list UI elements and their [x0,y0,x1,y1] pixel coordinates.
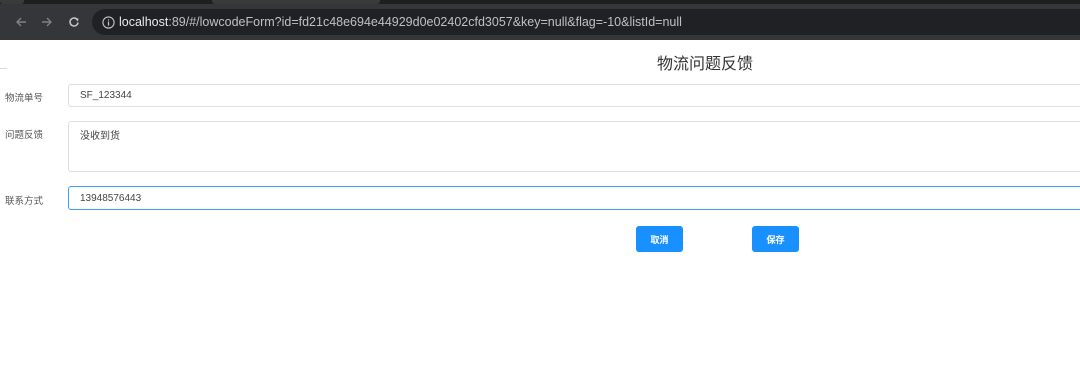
forward-icon[interactable] [38,13,56,31]
sidebar-edge [0,68,7,69]
reload-icon[interactable] [65,13,83,31]
tracking-number-value: SF_123344 [80,90,132,101]
url-path: :89/#/lowcodeForm?id=fd21c48e694e44929d0… [168,15,682,29]
contact-value: 13948576443 [80,193,142,204]
browser-toolbar: localhost:89/#/lowcodeForm?id=fd21c48e69… [0,4,1080,40]
back-icon[interactable] [12,13,30,31]
tracking-number-label: 物流单号 [5,93,44,104]
info-icon[interactable] [100,14,116,30]
contact-label: 联系方式 [5,196,44,207]
url-text: localhost:89/#/lowcodeForm?id=fd21c48e69… [119,14,682,30]
url-host: localhost [119,15,169,29]
cancel-button[interactable]: 取消 [636,226,683,252]
feedback-textarea[interactable]: 没收到货 [68,121,1080,172]
page-title: 物流问题反馈 [656,54,753,73]
contact-input[interactable]: 13948576443 [68,186,1080,210]
save-button[interactable]: 保存 [752,226,799,252]
feedback-value: 没收到货 [80,131,120,142]
address-bar[interactable]: localhost:89/#/lowcodeForm?id=fd21c48e69… [92,9,1080,35]
tracking-number-input[interactable]: SF_123344 [68,84,1080,107]
feedback-label: 问题反馈 [5,130,44,141]
